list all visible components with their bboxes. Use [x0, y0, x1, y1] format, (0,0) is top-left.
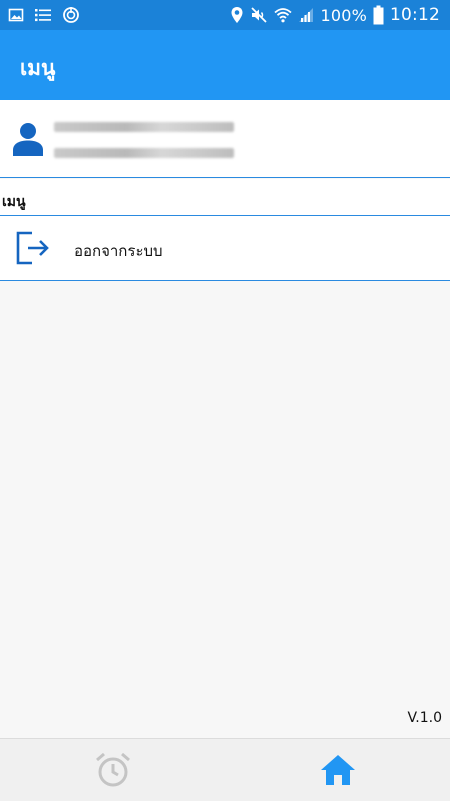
muted-speaker-icon [250, 6, 268, 24]
signal-icon [298, 7, 314, 23]
battery-percent: 100% [320, 5, 367, 25]
menu-section-header: เมนู [0, 179, 450, 216]
power-ring-icon [62, 6, 80, 24]
alarm-clock-icon [94, 751, 132, 789]
menu-section-title: เมนู [2, 194, 26, 210]
logout-label: ออกจากระบบ [74, 242, 163, 260]
status-left-icons [8, 6, 80, 24]
redacted-user-name [54, 122, 234, 132]
battery-icon [373, 5, 384, 25]
status-time: 10:12 [390, 5, 440, 25]
app-version: V.1.0 [407, 710, 443, 726]
person-icon [12, 122, 44, 156]
status-right-icons: 100% 10:12 [230, 3, 440, 27]
app-bar: เมนู [0, 30, 450, 100]
profile-card [0, 100, 450, 178]
logout-menu-item[interactable]: ออกจากระบบ [0, 216, 450, 281]
image-icon [8, 7, 24, 23]
home-icon [320, 753, 356, 787]
page-title: เมนู [20, 56, 56, 80]
status-bar: 100% 10:12 [0, 0, 450, 30]
logout-icon [16, 230, 52, 266]
list-icon [34, 7, 52, 23]
nav-home-button[interactable] [225, 739, 450, 801]
location-pin-icon [230, 6, 244, 24]
wifi-icon [274, 6, 293, 24]
nav-alarm-button[interactable] [0, 739, 225, 801]
redacted-user-detail [54, 148, 234, 158]
bottom-nav [0, 738, 450, 801]
